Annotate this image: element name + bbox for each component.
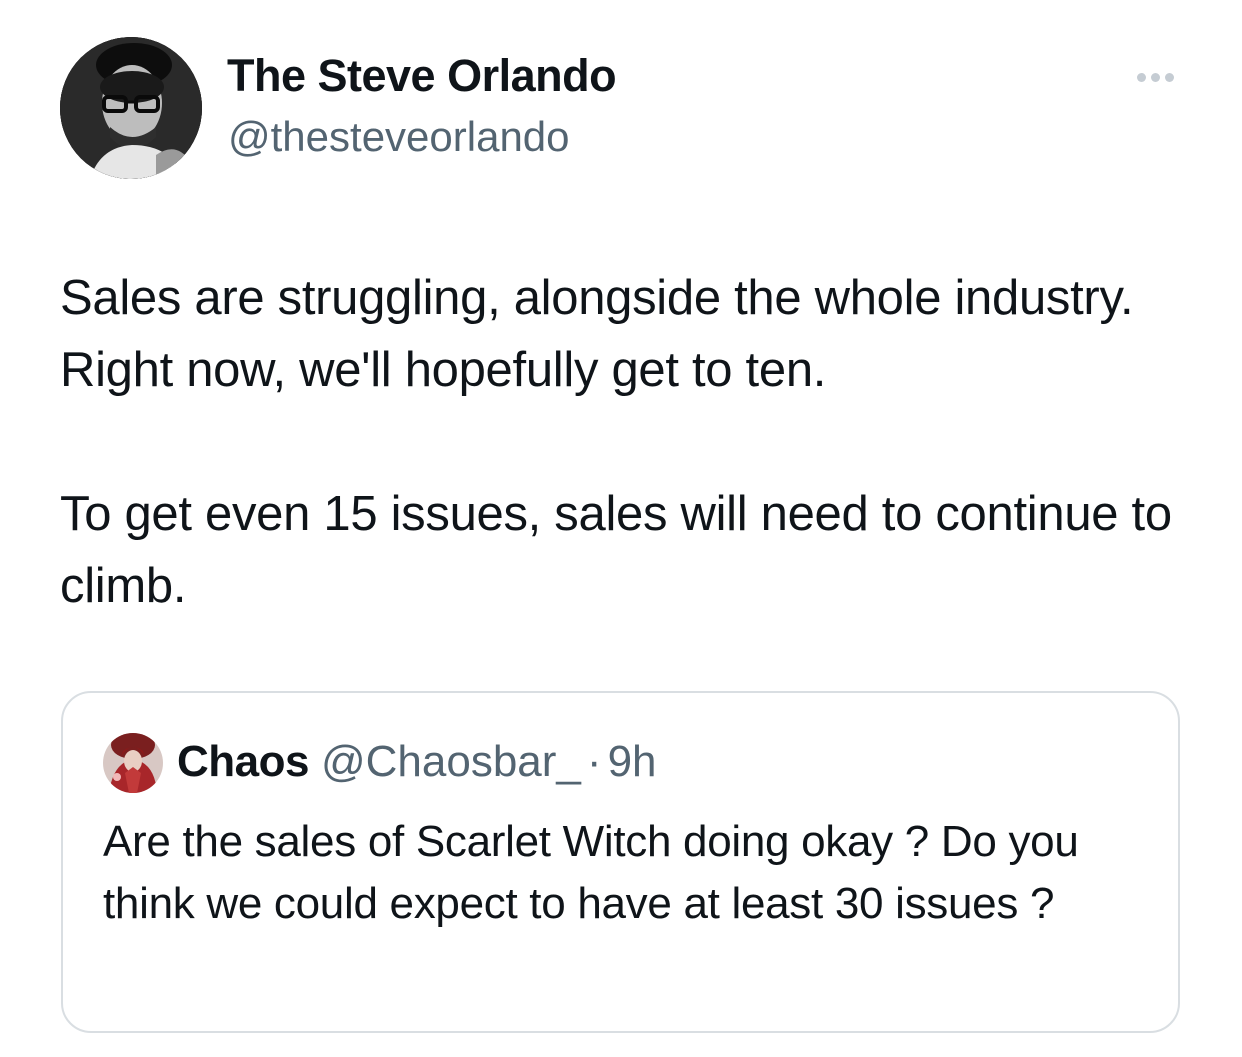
- quoted-author-avatar-image: [103, 733, 163, 793]
- quoted-timestamp[interactable]: 9h: [608, 737, 657, 787]
- tweet-body: Sales are struggling, alongside the whol…: [60, 262, 1200, 622]
- more-horizontal-icon-dot: [1164, 72, 1174, 82]
- more-horizontal-icon-dot: [1150, 72, 1160, 82]
- more-horizontal-icon: [1136, 72, 1146, 82]
- more-options-button[interactable]: [1128, 62, 1182, 92]
- quoted-author-handle[interactable]: @Chaosbar_: [321, 737, 581, 787]
- quoted-tweet-header: Chaos @Chaosbar_ · 9h: [177, 737, 657, 787]
- author-handle[interactable]: @thesteveorlando: [228, 113, 570, 161]
- author-avatar[interactable]: [60, 37, 202, 179]
- quoted-tweet-card[interactable]: Chaos @Chaosbar_ · 9h Are the sales of S…: [61, 691, 1180, 1033]
- tweet-paragraph: Sales are struggling, alongside the whol…: [60, 271, 1134, 397]
- quoted-author-name[interactable]: Chaos: [177, 737, 309, 787]
- author-display-name[interactable]: The Steve Orlando: [227, 50, 617, 102]
- quoted-tweet-text: Are the sales of Scarlet Witch doing oka…: [103, 817, 1079, 928]
- tweet-paragraph: To get even 15 issues, sales will need t…: [60, 487, 1172, 613]
- quoted-author-avatar[interactable]: [103, 733, 163, 793]
- author-avatar-image: [60, 37, 202, 179]
- quoted-separator: ·: [586, 737, 602, 786]
